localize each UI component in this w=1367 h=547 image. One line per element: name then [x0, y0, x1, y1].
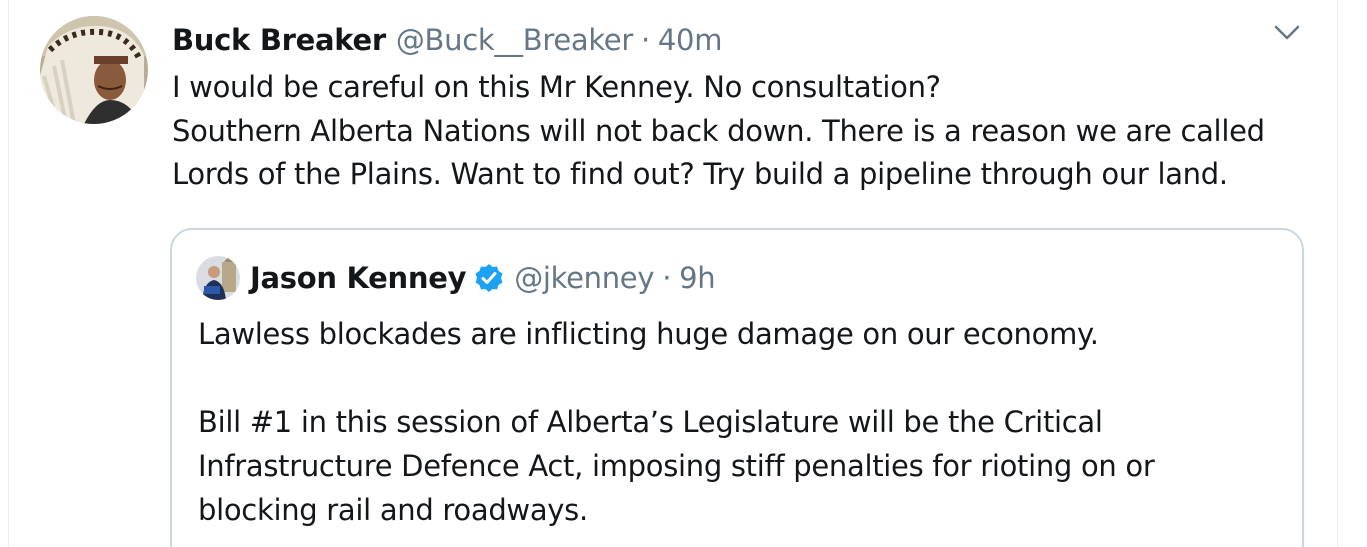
separator-dot: · — [640, 23, 650, 57]
quoted-author-avatar[interactable] — [196, 256, 240, 300]
tweet-timestamp[interactable]: 40m — [658, 23, 723, 57]
quoted-author-handle[interactable]: @jkenney — [514, 261, 654, 295]
separator-dot: · — [662, 261, 672, 295]
quoted-tweet-timestamp[interactable]: 9h — [679, 261, 716, 295]
tweet-text-line: I would be careful on this Mr Kenney. No… — [172, 70, 941, 104]
quoted-text-line: blocking rail and roadways. — [198, 493, 588, 527]
quoted-text-line: Bill #1 in this session of Alberta’s Leg… — [198, 405, 1103, 439]
author-handle[interactable]: @Buck__Breaker — [396, 23, 633, 57]
chevron-down-icon — [1274, 25, 1300, 40]
tweet-text-line: Southern Alberta Nations will not back d… — [172, 113, 1265, 148]
verified-badge-icon — [474, 263, 504, 293]
author-avatar[interactable] — [40, 16, 148, 124]
quoted-tweet-header: Jason Kenney @jkenney · 9h — [250, 256, 716, 300]
quoted-author-display-name[interactable]: Jason Kenney — [250, 261, 466, 295]
tweet-text: I would be careful on this Mr Kenney. No… — [172, 66, 1322, 197]
tweet-header: Buck Breaker @Buck__Breaker · 40m — [172, 18, 722, 62]
author-display-name[interactable]: Buck Breaker — [172, 23, 386, 57]
avatar-image — [40, 16, 148, 124]
tweet-text-line: Lords of the Plains. Want to find out? T… — [172, 157, 1228, 191]
tweet-menu-button[interactable] — [1270, 20, 1304, 46]
quoted-tweet[interactable]: Jason Kenney @jkenney · 9h Lawless block… — [170, 228, 1304, 547]
quoted-text-line: Lawless blockades are inflicting huge da… — [198, 317, 1099, 351]
quoted-tweet-text: Lawless blockades are inflicting huge da… — [198, 312, 1278, 532]
quoted-text-line: Infrastructure Defence Act, imposing sti… — [198, 449, 1155, 483]
avatar-image — [196, 256, 240, 300]
